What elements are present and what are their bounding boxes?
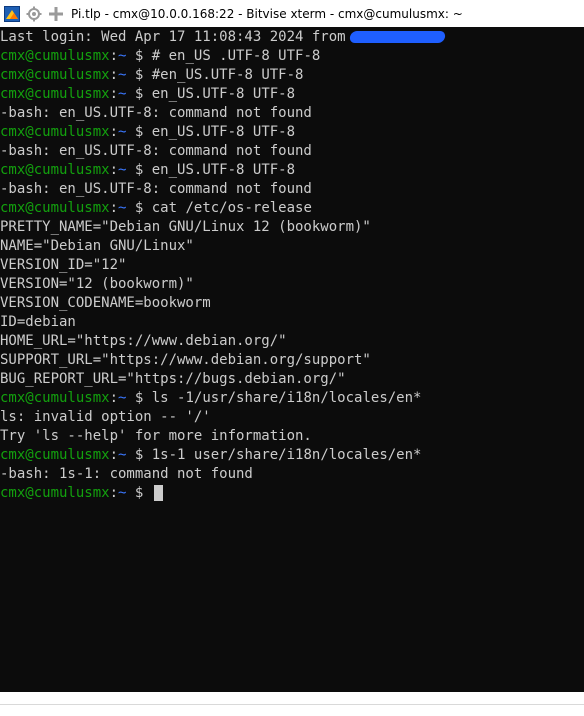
- prompt-symbol: $: [126, 162, 152, 178]
- output-line: -bash: 1s-1: command not found: [0, 466, 253, 482]
- prompt-user: cmx@cumulusmx: [0, 67, 110, 83]
- output-line: ID=debian: [0, 314, 76, 330]
- prompt-separator: :: [109, 67, 119, 83]
- prompt-separator: :: [109, 447, 119, 463]
- text-cursor: [153, 485, 163, 501]
- prompt-user: cmx@cumulusmx: [0, 162, 110, 178]
- terminal-area[interactable]: Last login: Wed Apr 17 11:08:43 2024 fro…: [0, 27, 584, 692]
- command-text: en_US.UTF-8 UTF-8: [151, 86, 296, 102]
- prompt-symbol: $: [126, 485, 152, 501]
- output-line: VERSION_CODENAME=bookworm: [0, 295, 211, 311]
- command-text: #en_US.UTF-8 UTF-8: [151, 67, 304, 83]
- prompt-line: cmx@cumulusmx:~ $ en_US.UTF-8 UTF-8: [0, 161, 295, 180]
- prompt-separator: :: [109, 390, 119, 406]
- prompt-symbol: $: [126, 200, 152, 216]
- output-line: PRETTY_NAME="Debian GNU/Linux 12 (bookwo…: [0, 219, 371, 235]
- move-icon[interactable]: [47, 5, 64, 22]
- prompt-symbol: $: [126, 86, 152, 102]
- prompt-symbol: $: [126, 124, 152, 140]
- prompt-user: cmx@cumulusmx: [0, 124, 110, 140]
- output-line: SUPPORT_URL="https://www.debian.org/supp…: [0, 352, 371, 368]
- prompt-line: cmx@cumulusmx:~ $ en_US.UTF-8 UTF-8: [0, 123, 295, 142]
- prompt-line: cmx@cumulusmx:~ $ en_US.UTF-8 UTF-8: [0, 85, 295, 104]
- output-line: NAME="Debian GNU/Linux": [0, 238, 194, 254]
- prompt-separator: :: [109, 48, 119, 64]
- output-line: ls: invalid option -- '/': [0, 409, 211, 425]
- login-line: Last login: Wed Apr 17 11:08:43 2024 fro…: [0, 28, 446, 47]
- prompt-separator: :: [109, 124, 119, 140]
- prompt-separator: :: [109, 162, 119, 178]
- prompt-separator: :: [109, 485, 119, 501]
- output-line: VERSION="12 (bookworm)": [0, 276, 194, 292]
- output-line: Try 'ls --help' for more information.: [0, 428, 312, 444]
- output-line: -bash: en_US.UTF-8: command not found: [0, 105, 312, 121]
- prompt-line: cmx@cumulusmx:~ $ cat /etc/os-release: [0, 199, 312, 218]
- prompt-symbol: $: [126, 390, 152, 406]
- prompt-user: cmx@cumulusmx: [0, 447, 110, 463]
- prompt-user: cmx@cumulusmx: [0, 485, 110, 501]
- login-text: Last login: Wed Apr 17 11:08:43 2024 fro…: [0, 29, 346, 45]
- command-text: cat /etc/os-release: [151, 200, 312, 216]
- command-text: en_US.UTF-8 UTF-8: [151, 124, 296, 140]
- command-text: en_US.UTF-8 UTF-8: [151, 162, 296, 178]
- window-title: Pi.tlp - cmx@10.0.0.168:22 - Bitvise xte…: [71, 6, 463, 21]
- output-line: VERSION_ID="12": [0, 257, 127, 273]
- prompt-line: cmx@cumulusmx:~ $ 1s-1 user/share/i18n/l…: [0, 446, 421, 465]
- bottom-divider: [0, 704, 584, 705]
- output-line: BUG_REPORT_URL="https://bugs.debian.org/…: [0, 371, 346, 387]
- prompt-line: cmx@cumulusmx:~ $ ls -1/usr/share/i18n/l…: [0, 389, 421, 408]
- output-line: -bash: en_US.UTF-8: command not found: [0, 181, 312, 197]
- window-titlebar[interactable]: Pi.tlp - cmx@10.0.0.168:22 - Bitvise xte…: [0, 0, 584, 27]
- output-line: HOME_URL="https://www.debian.org/": [0, 333, 287, 349]
- redacted-host: [348, 31, 446, 43]
- command-text: ls -1/usr/share/i18n/locales/en*: [151, 390, 422, 406]
- prompt-line: cmx@cumulusmx:~ $ # en_US .UTF-8 UTF-8: [0, 47, 320, 66]
- prompt-user: cmx@cumulusmx: [0, 200, 110, 216]
- gear-icon[interactable]: [25, 5, 42, 22]
- prompt-symbol: $: [126, 447, 152, 463]
- output-line: -bash: en_US.UTF-8: command not found: [0, 143, 312, 159]
- prompt-line: cmx@cumulusmx:~ $ #en_US.UTF-8 UTF-8: [0, 66, 303, 85]
- command-text: # en_US .UTF-8 UTF-8: [151, 48, 321, 64]
- prompt-symbol: $: [126, 67, 152, 83]
- prompt-separator: :: [109, 200, 119, 216]
- command-text: 1s-1 user/share/i18n/locales/en*: [151, 447, 422, 463]
- prompt-user: cmx@cumulusmx: [0, 86, 110, 102]
- prompt-line: cmx@cumulusmx:~ $: [0, 484, 163, 503]
- prompt-user: cmx@cumulusmx: [0, 390, 110, 406]
- bitvise-logo-icon: [3, 5, 20, 22]
- prompt-separator: :: [109, 86, 119, 102]
- prompt-symbol: $: [126, 48, 152, 64]
- prompt-user: cmx@cumulusmx: [0, 48, 110, 64]
